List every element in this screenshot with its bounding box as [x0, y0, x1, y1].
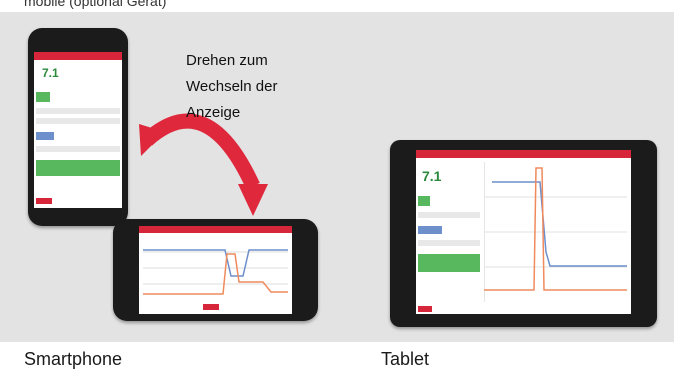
channel-bar — [418, 226, 442, 234]
graph — [143, 249, 288, 295]
info-row — [36, 108, 120, 114]
info-row — [36, 118, 120, 124]
info-row — [418, 212, 480, 218]
landscape-screen — [139, 226, 292, 314]
start-button[interactable] — [36, 160, 120, 176]
header-partial-text: mobile (optional Gerät) — [24, 0, 167, 9]
bottom-tab-active[interactable] — [203, 304, 219, 310]
smartphone-caption: Smartphone — [24, 349, 123, 369]
tablet-caption: Tablet — [381, 349, 430, 369]
channel-bar — [36, 132, 54, 140]
instruction-line-2: Wechseln der — [186, 78, 278, 95]
smartphone-screen: 7.1 — [34, 52, 122, 208]
status-indicator — [418, 196, 430, 206]
bottom-tab-active[interactable] — [36, 198, 52, 204]
instruction-line-3: Anzeige — [186, 104, 241, 121]
start-button[interactable] — [418, 254, 480, 272]
info-row — [418, 240, 480, 246]
measurement-value: 7.1 — [422, 168, 442, 184]
smartphone-portrait: 7.1 — [28, 28, 128, 226]
info-row — [36, 146, 120, 152]
tablet-screen: 7.1 — [416, 150, 631, 314]
status-indicator — [36, 92, 50, 102]
app-header-bar — [139, 226, 292, 233]
app-header-bar — [416, 150, 631, 158]
measurement-value: 7.1 — [42, 66, 59, 80]
bottom-tab-active[interactable] — [418, 306, 432, 312]
illustration-panel: 7.1 Drehen zum Wechseln der Anzeige 7.1 — [0, 12, 674, 342]
smartphone-landscape — [113, 219, 318, 321]
instruction-line-1: Drehen zum — [186, 52, 268, 69]
graph — [484, 162, 627, 302]
tablet: 7.1 — [390, 140, 657, 327]
rotate-instruction: Drehen zum Wechseln der Anzeige — [186, 48, 326, 126]
app-header-bar — [34, 52, 122, 60]
